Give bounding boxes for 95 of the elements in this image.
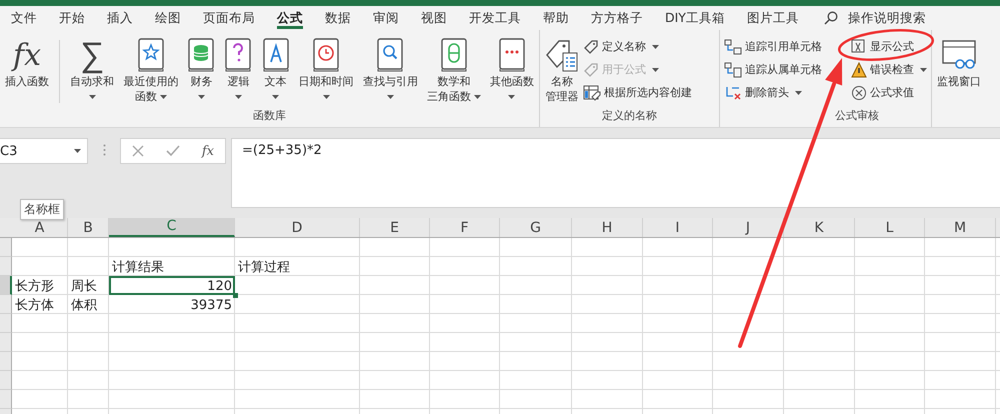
tooltip: 名称框 — [20, 199, 64, 220]
table-cell-text: 计算结果 — [111, 259, 165, 276]
caret-icon — [74, 149, 81, 153]
column-header[interactable]: A — [12, 218, 68, 237]
row-header[interactable] — [0, 257, 12, 276]
warning-icon — [851, 62, 867, 78]
ribbon-button[interactable]: fx 插入函数 — [3, 34, 51, 91]
column-header[interactable]: I — [643, 218, 713, 237]
group-label: 函数库 — [253, 109, 286, 122]
row-header[interactable] — [0, 276, 12, 295]
ribbon-tab[interactable]: DIY工具箱 — [654, 6, 736, 30]
ribbon-tab[interactable]: 文件 — [0, 6, 48, 30]
trace-arrow-icon — [724, 38, 742, 54]
ribbon-button[interactable]: 错误检查 — [850, 59, 928, 80]
ribbon-button[interactable]: 根据所选内容创建 — [582, 82, 693, 103]
ribbon-button[interactable]: 追踪引用单元格 — [723, 36, 823, 57]
table-cell: 120 — [109, 276, 235, 295]
ribbon-button[interactable]: 逻辑 — [222, 34, 254, 101]
row-header[interactable] — [0, 352, 12, 371]
check-icon[interactable] — [166, 145, 180, 157]
insert-function-button[interactable]: fx — [202, 144, 214, 158]
ribbon-tab[interactable]: 开发工具 — [458, 6, 532, 30]
column-header[interactable]: E — [360, 218, 430, 237]
column-header[interactable]: D — [235, 218, 360, 237]
function-icon: fx — [12, 38, 42, 72]
row-header[interactable] — [0, 238, 12, 257]
group-label: 定义的名称 — [602, 109, 657, 122]
column-header[interactable]: H — [572, 218, 643, 237]
table-cell-text: 计算过程 — [237, 259, 291, 276]
book-coins-icon — [188, 38, 214, 72]
column-header[interactable]: G — [500, 218, 572, 237]
trace-arrow-icon — [724, 62, 742, 78]
group-label: 公式审核 — [835, 109, 879, 122]
search-field[interactable]: 操作说明搜索 — [848, 10, 926, 26]
column-header[interactable]: L — [855, 218, 925, 237]
ribbon-button[interactable]: 显示公式 — [850, 36, 928, 57]
ribbon-button[interactable]: 最近使用的 函数 — [121, 34, 180, 106]
ribbon-tab[interactable]: 开始 — [48, 6, 96, 30]
ribbon-tab[interactable]: 方方格子 — [580, 6, 654, 30]
search-icon — [824, 11, 838, 25]
ribbon-button[interactable]: 名称 管理器 — [543, 34, 581, 106]
row-header[interactable] — [0, 295, 12, 314]
tag-icon — [583, 38, 599, 54]
cancel-icon[interactable] — [132, 145, 144, 157]
book-magnifier-icon — [377, 38, 404, 72]
row-header[interactable] — [0, 333, 12, 352]
ribbon-tab[interactable]: 插入 — [96, 6, 144, 30]
ribbon-button[interactable]: 监视窗口 — [935, 34, 983, 91]
table-cell-text: 39375 — [190, 297, 233, 314]
column-header[interactable]: J — [713, 218, 784, 237]
row-header[interactable] — [0, 390, 12, 409]
ribbon-button[interactable]: 数学和 三角函数 — [424, 34, 483, 106]
column-header[interactable]: K — [784, 218, 855, 237]
formula-field[interactable]: =(25+35)*2 — [231, 138, 1000, 208]
ribbon-tab[interactable]: 公式 — [266, 6, 314, 30]
ribbon-button[interactable]: 追踪从属单元格 — [723, 59, 823, 80]
ribbon-button[interactable]: ∑ 自动求和 — [68, 34, 116, 101]
ribbon-button[interactable]: 文本 — [260, 34, 292, 101]
handle-icon[interactable] — [102, 144, 106, 156]
show-formulas-icon — [851, 38, 867, 54]
column-header[interactable]: C — [109, 218, 235, 237]
row-header[interactable] — [0, 371, 12, 390]
ribbon-tab[interactable]: 数据 — [314, 6, 362, 30]
name-box[interactable]: C3 — [0, 138, 88, 164]
ribbon-tab[interactable]: 视图 — [410, 6, 458, 30]
ribbon-tab[interactable]: 审阅 — [362, 6, 410, 30]
ribbon-button[interactable]: 删除箭头 — [723, 82, 823, 103]
table-cell-text: 长方形 — [14, 278, 55, 295]
ribbon-button[interactable]: 其他函数 — [488, 34, 536, 101]
window-glasses-icon — [942, 40, 976, 70]
table-cell-text: 周长 — [70, 278, 98, 295]
table-cell-text: 体积 — [70, 297, 98, 314]
remove-arrows-icon — [724, 84, 742, 100]
sigma-icon: ∑ — [80, 35, 104, 75]
book-dots-icon — [498, 38, 525, 72]
book-theta-icon — [440, 38, 467, 72]
ribbon-button[interactable]: 定义名称 — [582, 36, 693, 57]
evaluate-icon — [851, 84, 867, 100]
book-clock-icon — [313, 38, 340, 72]
ribbon-button[interactable]: 日期和时间 — [296, 34, 356, 101]
ribbon-tab[interactable]: 帮助 — [532, 6, 580, 30]
ribbon-button[interactable]: 公式求值 — [850, 82, 928, 103]
table-tag-icon — [583, 84, 601, 100]
ribbon-button[interactable]: 财务 — [185, 34, 218, 101]
tag-icon — [583, 62, 599, 78]
row-header[interactable] — [0, 314, 12, 333]
book-question-icon — [225, 38, 252, 72]
ribbon-tab[interactable]: 图片工具 — [736, 6, 810, 30]
ribbon-tab[interactable]: 页面布局 — [192, 6, 266, 30]
column-header[interactable]: M — [925, 218, 996, 237]
ribbon-tab[interactable]: 绘图 — [144, 6, 192, 30]
table-cell-text: 长方体 — [14, 297, 55, 314]
ribbon-button[interactable]: 查找与引用 — [360, 34, 420, 101]
book-letter-icon — [262, 38, 289, 72]
column-header[interactable]: F — [430, 218, 500, 237]
